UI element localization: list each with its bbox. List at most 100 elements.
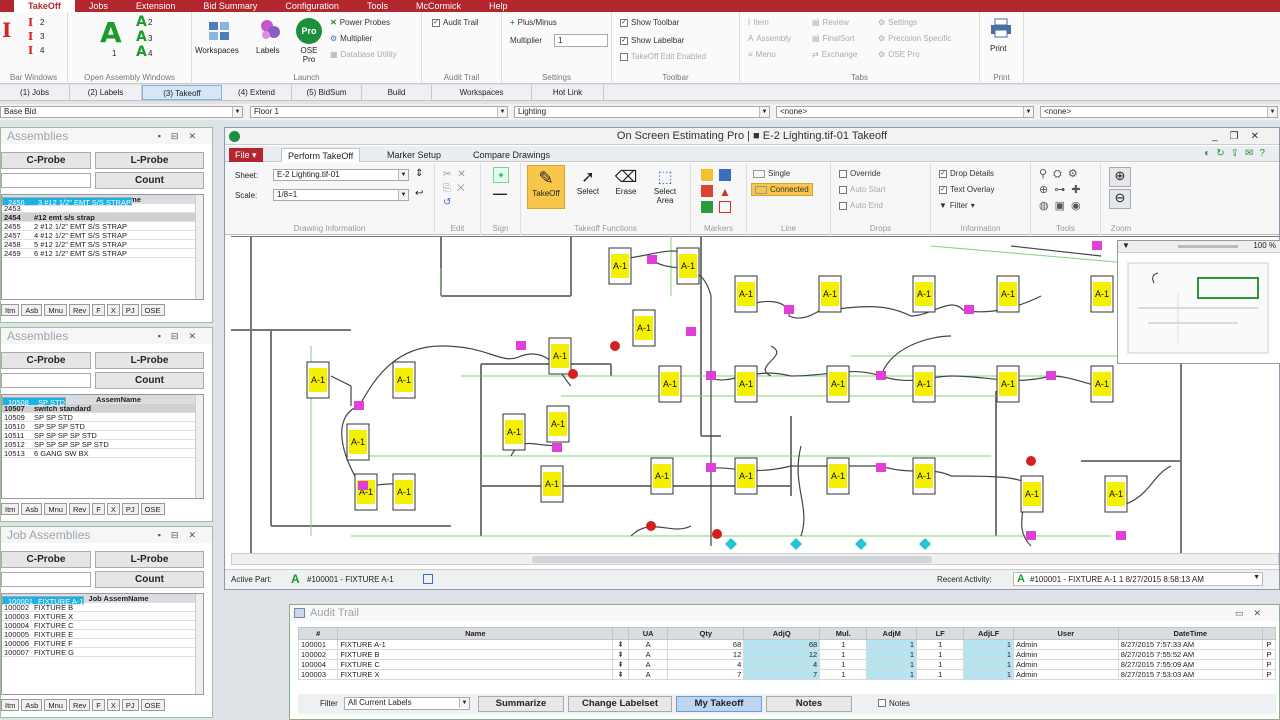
drop-marker[interactable] bbox=[568, 369, 578, 379]
grid-row[interactable]: 10513 6 GANG SW BX bbox=[2, 449, 203, 458]
grid-row[interactable]: 2455 2 #12 1/2" EMT S/S STRAP bbox=[2, 222, 203, 231]
menu-mccormick[interactable]: McCormick bbox=[402, 0, 475, 12]
footer-button-pj[interactable]: PJ bbox=[121, 304, 139, 316]
grid-scrollbar[interactable] bbox=[195, 195, 203, 299]
grid-row[interactable]: 10508 SP STD bbox=[2, 397, 66, 406]
tab-compare-drawings[interactable]: Compare Drawings bbox=[467, 148, 556, 162]
marker-blue-icon[interactable] bbox=[719, 169, 731, 181]
panel-window-controls[interactable]: ▪⊟✕ bbox=[158, 527, 206, 543]
junction-box[interactable] bbox=[964, 305, 974, 314]
grid-row[interactable]: 2457 4 #12 1/2" EMT S/S STRAP bbox=[2, 231, 203, 240]
bar-window-1-icon[interactable]: I bbox=[2, 18, 11, 42]
marker-triangle-icon[interactable]: ▲ bbox=[719, 185, 731, 199]
auto-start-checkbox[interactable] bbox=[839, 185, 847, 194]
tab-workspaces[interactable]: Workspaces bbox=[432, 85, 532, 100]
junction-box[interactable] bbox=[647, 255, 657, 264]
line-single-option[interactable]: Single bbox=[753, 169, 790, 178]
audit-column-header[interactable]: DateTime bbox=[1117, 627, 1263, 640]
show-toolbar-checkbox[interactable]: ✓ bbox=[620, 18, 628, 27]
labels-button[interactable]: Labels bbox=[256, 46, 280, 55]
undo-icon[interactable]: ↺ bbox=[443, 197, 451, 208]
marker-green-icon[interactable] bbox=[701, 201, 713, 213]
bar-window-4-icon[interactable]: I bbox=[28, 44, 33, 57]
audit-column-header[interactable]: Mul. bbox=[819, 627, 868, 640]
auto-end-toggle[interactable]: Auto End bbox=[839, 201, 883, 210]
tab-toggle-review[interactable]: ▤ Review bbox=[812, 18, 849, 27]
junction-box[interactable] bbox=[516, 341, 526, 350]
my-takeoff-button[interactable]: My Takeoff bbox=[676, 696, 762, 712]
zoom-in-icon[interactable]: ⊕ bbox=[1109, 167, 1131, 187]
junction-box[interactable] bbox=[1026, 531, 1036, 540]
line-connected-option[interactable]: Connected bbox=[751, 183, 813, 196]
grid-scrollbar[interactable] bbox=[195, 395, 203, 498]
footer-button-f[interactable]: F bbox=[92, 503, 105, 515]
junction-box[interactable] bbox=[876, 463, 886, 472]
text-overlay-checkbox[interactable]: ✓ bbox=[939, 185, 947, 194]
footer-button-f[interactable]: F bbox=[92, 699, 105, 711]
footer-button-rev[interactable]: Rev bbox=[68, 699, 91, 711]
footer-button-mnu[interactable]: Mnu bbox=[44, 304, 67, 316]
grid-row[interactable]: 10510 SP SP SP STD bbox=[2, 422, 203, 431]
junction-box[interactable] bbox=[1116, 531, 1126, 540]
tools-row-3-icons[interactable]: ◍▣◉ bbox=[1039, 199, 1087, 212]
bar-window-3-icon[interactable]: I bbox=[28, 30, 33, 43]
footer-button-pj[interactable]: PJ bbox=[121, 503, 139, 515]
drop-marker[interactable] bbox=[1026, 456, 1036, 466]
device-marker[interactable] bbox=[919, 538, 931, 550]
audit-column-header[interactable]: AdjQ bbox=[743, 627, 821, 640]
file-menu-button[interactable]: File ▾ bbox=[229, 148, 263, 162]
takeoff-tool-button[interactable]: ✎ TakeOff bbox=[527, 165, 565, 209]
select-area-tool-button[interactable]: ⬚ Select Area bbox=[645, 167, 685, 205]
marker-outline-icon[interactable] bbox=[719, 201, 731, 213]
sheet-select[interactable]: E-2 Lighting.tif-01 ▼ bbox=[273, 169, 409, 181]
junction-box[interactable] bbox=[1046, 371, 1056, 380]
footer-button-rev[interactable]: Rev bbox=[68, 304, 91, 316]
grid-row[interactable]: 10512 SP SP SP SP SP STD bbox=[2, 440, 203, 449]
plus-sign-icon[interactable]: + bbox=[493, 167, 509, 183]
menu-tools[interactable]: Tools bbox=[353, 0, 402, 12]
audit-panel-controls[interactable]: ▭✕ bbox=[1235, 605, 1271, 621]
show-labelbar-checkbox[interactable]: ✓ bbox=[620, 36, 628, 45]
tab-bidsum[interactable]: (5) BidSum bbox=[292, 85, 362, 100]
count-button[interactable]: Count bbox=[95, 172, 204, 189]
junction-box[interactable] bbox=[706, 371, 716, 380]
erase-tool-button[interactable]: ⌫ Erase bbox=[609, 167, 643, 196]
footer-button-ose[interactable]: OSE bbox=[140, 304, 165, 316]
audit-column-header[interactable]: AdjM bbox=[866, 627, 918, 640]
bar-window-2-icon[interactable]: I bbox=[28, 16, 33, 29]
labels-icon[interactable] bbox=[259, 18, 281, 42]
menu-takeoff[interactable]: TakeOff bbox=[14, 0, 75, 12]
junction-box[interactable] bbox=[358, 481, 368, 490]
notes-checkbox[interactable] bbox=[878, 699, 886, 707]
footer-button-mnu[interactable]: Mnu bbox=[44, 699, 67, 711]
scroll-thumb[interactable] bbox=[532, 556, 932, 563]
notes-button[interactable]: Notes bbox=[766, 696, 852, 712]
footer-button-ose[interactable]: OSE bbox=[140, 503, 165, 515]
select-tool-button[interactable]: ➚ Select bbox=[571, 167, 605, 196]
audit-trail-toggle[interactable]: ✓ Audit Trail bbox=[432, 18, 479, 27]
audit-column-header[interactable]: User bbox=[1012, 627, 1119, 640]
l-probe-button[interactable]: L-Probe bbox=[95, 152, 204, 169]
footer-button-rev[interactable]: Rev bbox=[68, 503, 91, 515]
filter-select-4[interactable]: <none> ▼ bbox=[776, 106, 1034, 118]
drop-details-toggle[interactable]: ✓ Drop Details bbox=[939, 169, 994, 178]
footer-button-f[interactable]: F bbox=[92, 304, 105, 316]
plus-minus-button[interactable]: + Plus/Minus bbox=[510, 18, 557, 27]
drop-details-checkbox[interactable]: ✓ bbox=[939, 169, 947, 178]
edit-icons[interactable]: ✂✕ bbox=[443, 169, 472, 180]
grid-row[interactable]: 2458 5 #12 1/2" EMT S/S STRAP bbox=[2, 240, 203, 249]
back-arrow-icon[interactable]: ↩ bbox=[415, 188, 423, 199]
audit-row[interactable]: 100003 FIXTURE X ⇞ A 7 7 1 1 1 1 Admin 8/27/2015 7:… bbox=[297, 669, 1277, 680]
tab-jobs[interactable]: (1) Jobs bbox=[0, 85, 70, 100]
workspaces-button[interactable]: Workspaces bbox=[195, 46, 239, 55]
grid-row[interactable]: 2456 3 #12 1/2" EMT S/S STRAP bbox=[2, 197, 132, 206]
app-menu-icon[interactable] bbox=[0, 0, 14, 12]
audit-column-header[interactable]: Name bbox=[337, 627, 614, 640]
audit-filter-select[interactable]: All Current Labels ▼ bbox=[344, 697, 470, 710]
horizontal-scrollbar[interactable] bbox=[231, 553, 1279, 565]
system-select[interactable]: Lighting ▼ bbox=[514, 106, 770, 118]
junction-box[interactable] bbox=[876, 371, 886, 380]
drop-marker[interactable] bbox=[610, 341, 620, 351]
footer-button-asb[interactable]: Asb bbox=[21, 503, 43, 515]
show-toolbar-toggle[interactable]: ✓ Show Toolbar bbox=[620, 18, 679, 27]
